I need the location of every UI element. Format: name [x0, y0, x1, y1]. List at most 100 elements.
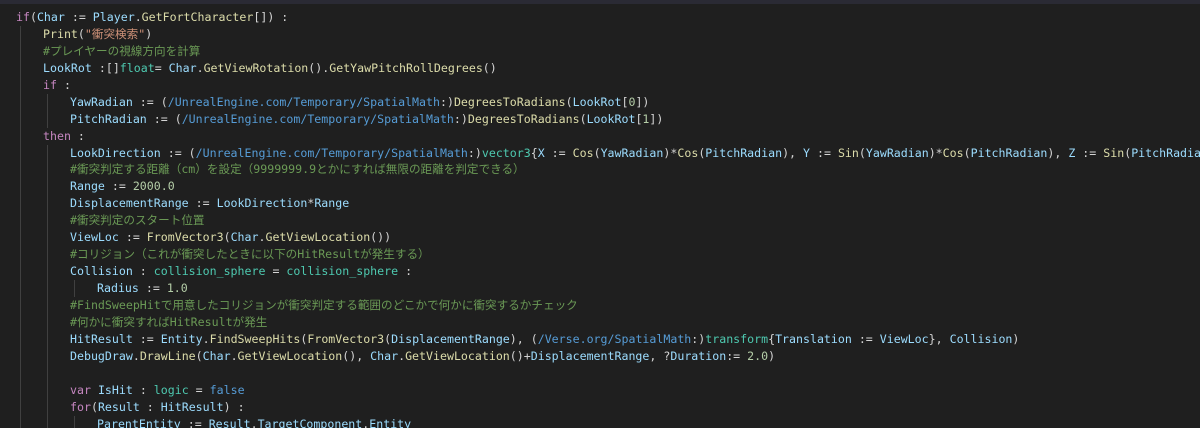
- indent-guide: [47, 347, 48, 365]
- code-line[interactable]: HitResult := Entity.FindSweepHits(FromVe…: [16, 330, 1200, 348]
- indent-guide: [47, 195, 48, 213]
- code-token: LookRot: [586, 111, 636, 126]
- indent-guide: [20, 212, 21, 230]
- code-token: /UnrealEngine.com/Temporary/SpatialMath: [195, 145, 468, 160]
- code-token: ): [768, 348, 776, 363]
- code-line[interactable]: [16, 364, 1200, 382]
- code-line-content: DebugDraw.DrawLine(Char.GetViewLocation(…: [70, 348, 775, 365]
- code-token: =: [154, 60, 169, 75]
- code-line[interactable]: LookDirection := ( /UnrealEngine.com/Temp…: [16, 144, 1200, 162]
- code-token: := (: [146, 111, 182, 126]
- code-line[interactable]: if(Char := Player.GetFortCharacter[]) :: [16, 9, 1200, 26]
- code-token: :: [132, 382, 154, 397]
- code-token: Result: [97, 399, 140, 414]
- code-line[interactable]: then :: [16, 127, 1200, 145]
- code-token: vector3: [481, 145, 531, 160]
- code-line[interactable]: if :: [16, 76, 1200, 94]
- code-token: .: [132, 348, 140, 363]
- code-line[interactable]: LookRot :[]float= Char.GetViewRotation()…: [16, 59, 1200, 77]
- code-line-content: Print("衝突検索"): [43, 26, 152, 43]
- code-token: ): [145, 26, 153, 41]
- indent-guide: [47, 178, 48, 196]
- code-line-content: var IsHit : logic = false: [70, 382, 245, 399]
- code-line[interactable]: Print("衝突検索"): [16, 25, 1200, 43]
- code-token: {: [530, 145, 538, 160]
- code-token: :): [453, 111, 468, 126]
- code-line[interactable]: #衝突判定する距離（cm）を設定（9999999.9とかにすれば無限の距離を判定…: [16, 161, 1200, 179]
- code-line-content: Collision : collision_sphere = collision…: [70, 263, 412, 280]
- code-token: Translation: [775, 331, 852, 346]
- code-line[interactable]: #何かに衝突すればHitResultが発生: [16, 313, 1200, 331]
- code-line[interactable]: ParentEntity := Result.TargetComponent.E…: [16, 415, 1200, 428]
- code-token: Duration: [670, 348, 727, 363]
- code-token: (): [482, 60, 497, 75]
- code-token: Sin: [1103, 145, 1125, 160]
- code-token: DisplacementRange: [530, 348, 650, 363]
- code-line-content: if :: [43, 77, 71, 94]
- code-line[interactable]: Radius := 1.0: [16, 280, 1200, 297]
- code-line[interactable]: DisplacementRange := LookDirection*Range: [16, 195, 1200, 213]
- code-token: :=: [104, 179, 133, 194]
- code-line[interactable]: var IsHit : logic = false: [16, 381, 1200, 399]
- code-token: :=: [1075, 145, 1104, 160]
- code-line[interactable]: for(Result : HitResult) :: [16, 398, 1200, 416]
- code-line[interactable]: Range := 2000.0: [16, 178, 1200, 196]
- code-line-content: #プレイヤーの視線方向を計算: [43, 43, 200, 60]
- indent-guide: [20, 93, 21, 111]
- code-line[interactable]: PitchRadian := (/UnrealEngine.com/Tempor…: [16, 110, 1200, 128]
- code-token: #衝突判定のスタート位置: [70, 213, 205, 228]
- code-token: (: [858, 145, 866, 160]
- code-token: HitResult: [70, 331, 133, 346]
- code-line[interactable]: #FindSweepHitで用意したコリジョンが衝突判定する範囲のどこかで何かに…: [16, 296, 1200, 314]
- indent-guide: [20, 144, 21, 162]
- indent-guide: [47, 144, 48, 162]
- code-token: Char: [230, 230, 259, 245]
- code-token: FindSweepHits: [209, 331, 301, 346]
- code-line-content: HitResult := Entity.FindSweepHits(FromVe…: [70, 331, 1019, 348]
- code-token: LookDirection: [216, 196, 308, 211]
- code-token: := (: [132, 94, 168, 109]
- code-token: then: [43, 128, 71, 143]
- code-token: 1.0: [166, 281, 188, 295]
- indent-guide: [47, 161, 48, 179]
- code-line[interactable]: YawRadian := (/UnrealEngine.com/Temporar…: [16, 93, 1200, 111]
- code-editor[interactable]: if(Char := Player.GetFortCharacter[]) :P…: [0, 0, 1200, 428]
- code-token: if: [43, 77, 57, 92]
- code-token: LookDirection: [70, 145, 161, 160]
- indent-guide: [47, 229, 48, 247]
- code-token: ), (: [509, 331, 538, 346]
- code-token: },: [928, 331, 950, 346]
- code-line-content: #コリジョン（これが衝突したときに以下のHitResultが発生する）: [70, 246, 430, 263]
- code-token: (: [77, 26, 85, 41]
- code-token: "衝突検索": [84, 26, 146, 41]
- code-token: Char: [202, 348, 231, 363]
- indent-guide: [20, 263, 21, 280]
- code-token: /UnrealEngine.com/Temporary/SpatialMath: [167, 94, 440, 109]
- code-token: collision_sphere: [286, 264, 399, 279]
- code-token: .: [230, 348, 238, 363]
- indent-guide: [20, 347, 21, 365]
- code-token: DisplacementRange: [391, 331, 510, 346]
- code-token: #衝突判定する距離（cm）を設定（9999999.9とかにすれば無限の距離を判定…: [70, 162, 525, 177]
- code-token: =: [188, 382, 210, 397]
- code-token: :=: [64, 10, 93, 24]
- code-line[interactable]: #コリジョン（これが衝突したときに以下のHitResultが発生する）: [16, 246, 1200, 264]
- code-token: (: [565, 94, 573, 109]
- indent-guide: [47, 415, 48, 428]
- code-line[interactable]: #衝突判定のスタート位置: [16, 212, 1200, 230]
- code-token: #FindSweepHitで用意したコリジョンが衝突判定する範囲のどこかで何かに…: [70, 297, 578, 312]
- code-line-content: LookRot :[]float= Char.GetViewRotation()…: [43, 60, 497, 77]
- code-line-content: #衝突判定のスタート位置: [70, 212, 205, 229]
- code-token: LookRot: [43, 60, 92, 75]
- indent-guide: [47, 280, 48, 297]
- code-line[interactable]: Collision : collision_sphere = collision…: [16, 263, 1200, 280]
- code-line[interactable]: ViewLoc := FromVector3(Char.GetViewLocat…: [16, 229, 1200, 247]
- indent-guide: [20, 76, 21, 94]
- code-token: IsHit: [97, 382, 133, 397]
- code-token: ): [1012, 331, 1020, 346]
- code-token: PitchRadian: [70, 111, 147, 126]
- code-token: :=: [726, 348, 748, 363]
- code-line[interactable]: DebugDraw.DrawLine(Char.GetViewLocation(…: [16, 347, 1200, 365]
- code-line[interactable]: #プレイヤーの視線方向を計算: [16, 42, 1200, 60]
- code-token: :: [139, 399, 161, 414]
